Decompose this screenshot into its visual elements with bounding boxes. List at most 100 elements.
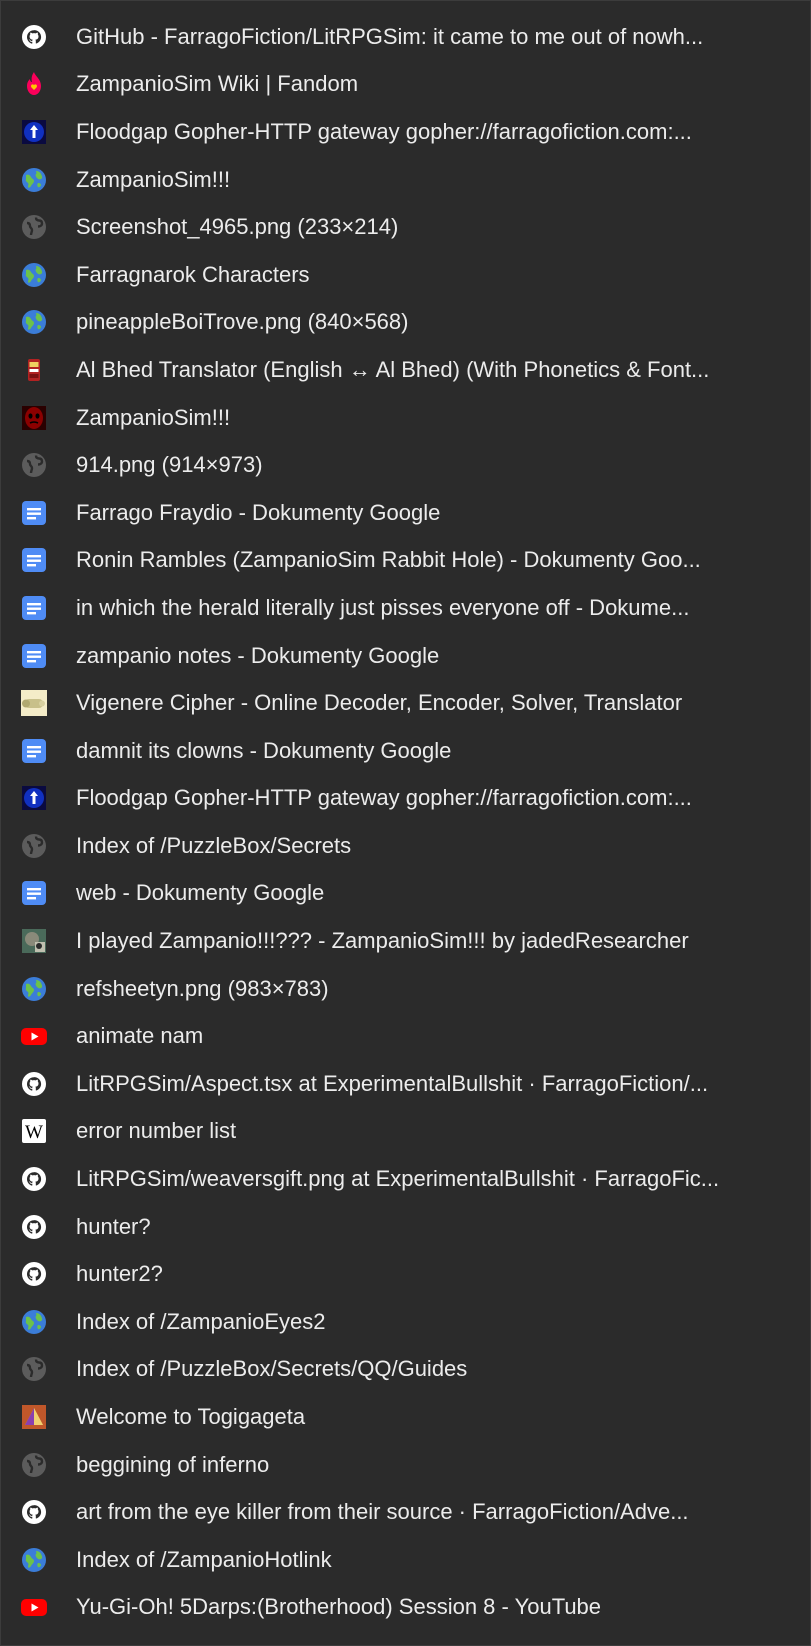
bookmark-item[interactable]: pineappleBoiTrove.png (840×568): [1, 299, 810, 347]
bookmarks-dropdown-menu: GitHub - FarragoFiction/LitRPGSim: it ca…: [0, 0, 811, 1646]
bookmark-title: refsheetyn.png (983×783): [76, 975, 329, 1001]
bookmark-list: GitHub - FarragoFiction/LitRPGSim: it ca…: [1, 13, 810, 1631]
bookmark-item[interactable]: Yu-Gi-Oh! 5Darps:(Brotherhood) Session 8…: [1, 1584, 810, 1632]
bookmark-item[interactable]: LitRPGSim/weaversgift.png at Experimenta…: [1, 1155, 810, 1203]
earth-globe-icon: [21, 1547, 47, 1573]
bookmark-title: in which the herald literally just pisse…: [76, 594, 690, 620]
bookmark-title: ZampanioSim!!!: [76, 404, 231, 430]
default-globe-icon: [21, 1452, 47, 1478]
bookmark-title: beggining of inferno: [76, 1451, 270, 1477]
bookmark-title: pineappleBoiTrove.png (840×568): [76, 309, 409, 335]
google-docs-icon: [21, 643, 47, 669]
svg-text:W: W: [25, 1122, 43, 1143]
bookmark-item[interactable]: Screenshot_4965.png (233×214): [1, 203, 810, 251]
bookmark-title: ZampanioSim Wiki | Fandom: [76, 71, 359, 97]
google-docs-icon: [21, 880, 47, 906]
bookmark-title: Yu-Gi-Oh! 5Darps:(Brotherhood) Session 8…: [76, 1594, 602, 1620]
earth-globe-icon: [21, 1309, 47, 1335]
github-icon: [21, 1214, 47, 1240]
youtube-icon: [21, 1594, 47, 1620]
bookmark-title: Welcome to Togigageta: [76, 1404, 306, 1430]
fandom-flame-icon: [21, 71, 47, 97]
bookmark-item[interactable]: ZampanioSim!!!: [1, 394, 810, 442]
floodgap-icon: [21, 785, 47, 811]
bookmark-item[interactable]: zampanio notes - Dokumenty Google: [1, 632, 810, 680]
default-globe-icon: [21, 1356, 47, 1382]
github-icon: [21, 1499, 47, 1525]
bookmark-item[interactable]: Farragnarok Characters: [1, 251, 810, 299]
bookmark-item[interactable]: web - Dokumenty Google: [1, 870, 810, 918]
youtube-icon: [21, 1023, 47, 1049]
bookmark-title: animate nam: [76, 1023, 204, 1049]
bookmark-item[interactable]: Ronin Rambles (ZampanioSim Rabbit Hole) …: [1, 537, 810, 585]
bookmark-item[interactable]: Index of /PuzzleBox/Secrets: [1, 822, 810, 870]
bookmark-title: LitRPGSim/Aspect.tsx at ExperimentalBull…: [76, 1070, 709, 1096]
bookmark-title: Index of /ZampanioHotlink: [76, 1546, 332, 1572]
bookmark-item[interactable]: Floodgap Gopher-HTTP gateway gopher://fa…: [1, 775, 810, 823]
github-icon: [21, 24, 47, 50]
bookmark-title: Floodgap Gopher-HTTP gateway gopher://fa…: [76, 118, 692, 144]
bookmark-item[interactable]: ZampanioSim!!!: [1, 156, 810, 204]
itch-avatar-icon: [21, 928, 47, 954]
bookmark-item[interactable]: LitRPGSim/Aspect.tsx at ExperimentalBull…: [1, 1060, 810, 1108]
google-docs-icon: [21, 547, 47, 573]
floodgap-icon: [21, 119, 47, 145]
bookmark-item[interactable]: Index of /PuzzleBox/Secrets/QQ/Guides: [1, 1346, 810, 1394]
bookmark-title: ZampanioSim!!!: [76, 166, 231, 192]
bookmark-item[interactable]: ZampanioSim Wiki | Fandom: [1, 61, 810, 109]
bookmark-item[interactable]: damnit its clowns - Dokumenty Google: [1, 727, 810, 775]
bookmark-item[interactable]: hunter?: [1, 1203, 810, 1251]
earth-globe-icon: [21, 167, 47, 193]
default-globe-icon: [21, 833, 47, 859]
bookmark-item[interactable]: hunter2?: [1, 1250, 810, 1298]
pyramid-icon: [21, 1404, 47, 1430]
bookmark-title: I played Zampanio!!!??? - ZampanioSim!!!…: [76, 928, 689, 954]
bookmark-title: Farragnarok Characters: [76, 261, 310, 287]
bookmark-item[interactable]: Floodgap Gopher-HTTP gateway gopher://fa…: [1, 108, 810, 156]
bookmark-item[interactable]: Index of /ZampanioEyes2: [1, 1298, 810, 1346]
bookmark-item[interactable]: Farrago Fraydio - Dokumenty Google: [1, 489, 810, 537]
bookmark-title: error number list: [76, 1118, 237, 1144]
bookmark-item[interactable]: refsheetyn.png (983×783): [1, 965, 810, 1013]
bookmark-item[interactable]: Vigenere Cipher - Online Decoder, Encode…: [1, 679, 810, 727]
cipher-scroll-icon: [21, 690, 47, 717]
bookmark-item[interactable]: Welcome to Togigageta: [1, 1393, 810, 1441]
bookmark-title: damnit its clowns - Dokumenty Google: [76, 737, 452, 763]
bookmark-title: Index of /PuzzleBox/Secrets/QQ/Guides: [76, 1356, 468, 1382]
bookmark-item[interactable]: 914.png (914×973): [1, 441, 810, 489]
earth-globe-icon: [21, 976, 47, 1002]
bookmark-item[interactable]: in which the herald literally just pisse…: [1, 584, 810, 632]
bookmark-title: Ronin Rambles (ZampanioSim Rabbit Hole) …: [76, 547, 701, 573]
bookmark-item[interactable]: art from the eye killer from their sourc…: [1, 1488, 810, 1536]
google-docs-icon: [21, 500, 47, 526]
google-docs-icon: [21, 738, 47, 764]
earth-globe-icon: [21, 309, 47, 335]
bookmark-title: zampanio notes - Dokumenty Google: [76, 642, 440, 668]
bookmark-title: GitHub - FarragoFiction/LitRPGSim: it ca…: [76, 23, 704, 49]
bookmark-title: art from the eye killer from their sourc…: [76, 1499, 689, 1525]
default-globe-icon: [21, 214, 47, 240]
bookmark-title: hunter?: [76, 1213, 151, 1239]
bookmark-title: 914.png (914×973): [76, 452, 263, 478]
bookmark-title: LitRPGSim/weaversgift.png at Experimenta…: [76, 1166, 720, 1192]
bookmark-title: Vigenere Cipher - Online Decoder, Encode…: [76, 690, 683, 716]
bookmark-title: web - Dokumenty Google: [76, 880, 325, 906]
earth-globe-icon: [21, 262, 47, 288]
bookmark-title: Index of /ZampanioEyes2: [76, 1308, 326, 1334]
bookmark-item[interactable]: Werror number list: [1, 1108, 810, 1156]
default-globe-icon: [21, 452, 47, 478]
bookmark-title: Floodgap Gopher-HTTP gateway gopher://fa…: [76, 785, 692, 811]
bookmark-item[interactable]: I played Zampanio!!!??? - ZampanioSim!!!…: [1, 917, 810, 965]
bookmark-item[interactable]: Index of /ZampanioHotlink: [1, 1536, 810, 1584]
al-bhed-icon: [21, 357, 47, 383]
bookmark-title: Index of /PuzzleBox/Secrets: [76, 832, 352, 858]
github-icon: [21, 1261, 47, 1287]
bookmark-title: hunter2?: [76, 1261, 163, 1287]
github-icon: [21, 1166, 47, 1192]
bookmark-item[interactable]: beggining of inferno: [1, 1441, 810, 1489]
bookmark-item[interactable]: GitHub - FarragoFiction/LitRPGSim: it ca…: [1, 13, 810, 61]
wikipedia-icon: W: [21, 1118, 47, 1144]
bookmark-item[interactable]: Al Bhed Translator (English ↔ Al Bhed) (…: [1, 346, 810, 394]
google-docs-icon: [21, 595, 47, 621]
bookmark-item[interactable]: animate nam: [1, 1012, 810, 1060]
